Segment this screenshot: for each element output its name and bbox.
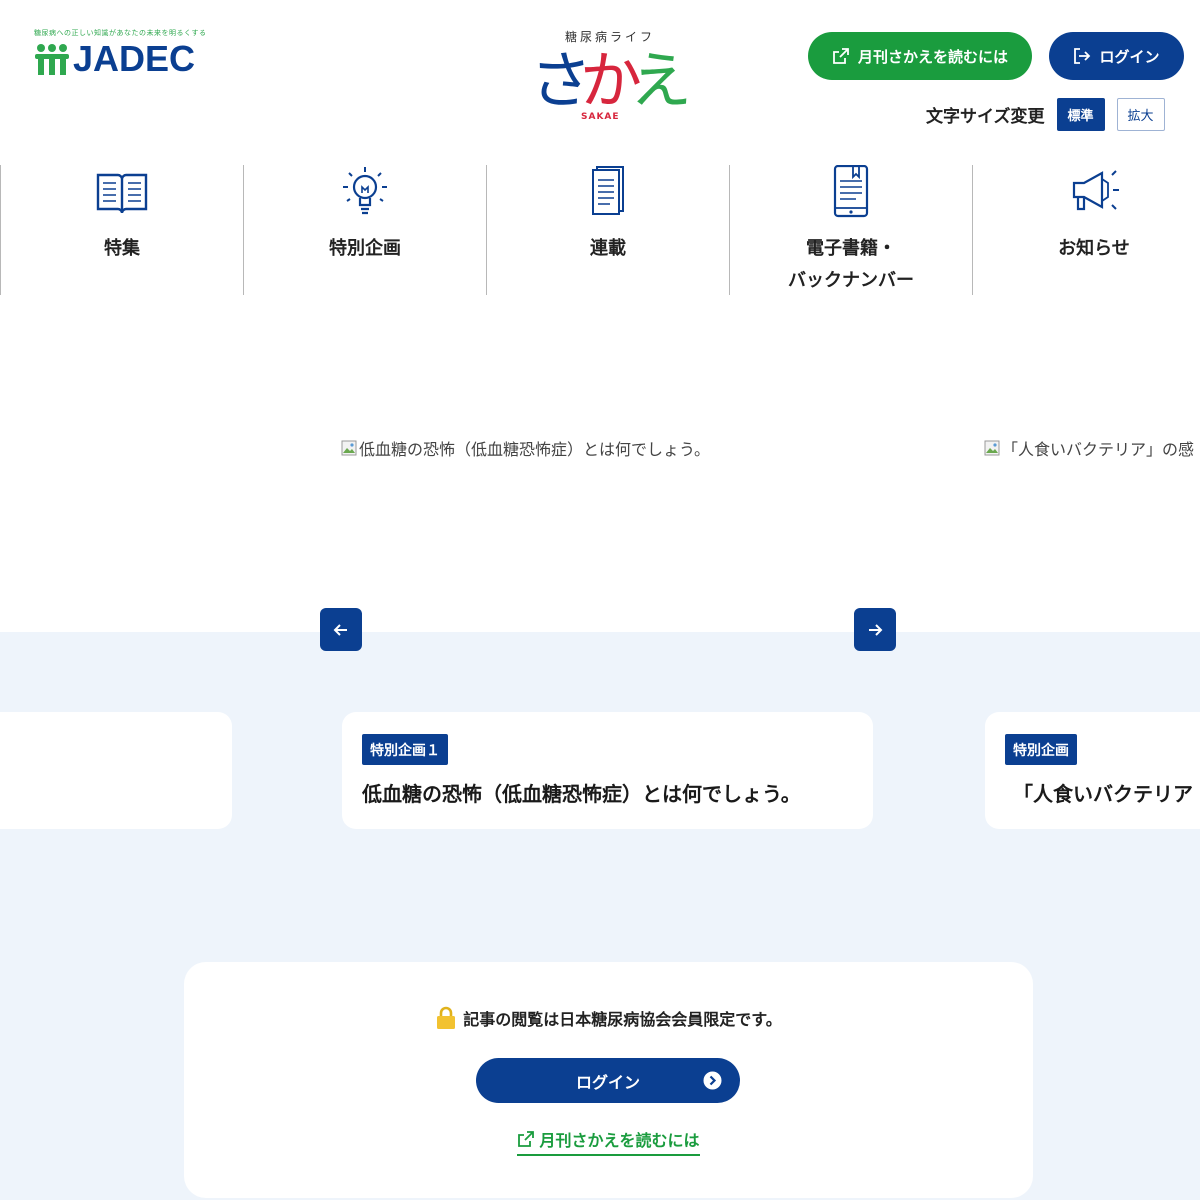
font-size-label: 文字サイズ変更 — [926, 107, 1045, 127]
font-size-standard-button[interactable]: 標準 — [1056, 98, 1105, 131]
broken-image-icon — [984, 440, 1000, 456]
nav-label: 特集 — [104, 238, 140, 259]
external-link-icon — [833, 48, 849, 64]
slide-image-alt: 「人食いバクテリア」の感 — [1002, 440, 1195, 459]
jadec-logo[interactable]: 糖尿病への正しい知識があなたの未来を明るくする JADEC — [34, 28, 214, 79]
nav-item-news[interactable]: お知らせ — [972, 165, 1200, 295]
jadec-people-icon — [35, 44, 69, 75]
nav-item-special-feature[interactable]: 特集 — [0, 165, 243, 295]
card-title: 「人食いバクテリア — [1013, 782, 1193, 806]
nav-label: 電子書籍・ バックナンバー — [788, 238, 914, 291]
slide-image-1[interactable]: 低血糖の恐怖（低血糖恐怖症）とは何でしょう。 — [341, 436, 710, 460]
card-title: 低血糖の恐怖（低血糖恐怖症）とは何でしょう。 — [362, 782, 801, 806]
carousel-next-button[interactable] — [854, 608, 896, 651]
login-button[interactable]: ログイン — [1049, 32, 1184, 80]
main-nav: 特集 特別企画 連載 電子書籍・ バックナンバー お知らせ — [0, 165, 1200, 295]
category-badge: 特別企画 — [1005, 734, 1077, 765]
login-icon — [1074, 48, 1091, 64]
sakae-subtitle: 糖尿病ライフ — [564, 30, 655, 44]
read-magazine-label: 月刊さかえを読むには — [857, 47, 1008, 66]
nav-item-series[interactable]: 連載 — [486, 165, 729, 295]
nav-item-ebook-backnumber[interactable]: 電子書籍・ バックナンバー — [729, 165, 972, 295]
read-magazine-link[interactable]: 月刊さかえを読むには — [517, 1127, 700, 1156]
arrow-right-icon — [869, 623, 883, 636]
page: 糖尿病への正しい知識があなたの未来を明るくする JADEC 糖尿病ライフ さ か… — [0, 0, 1200, 1200]
carousel-card-next[interactable]: 特別企画 「人食いバクテリア — [985, 712, 1200, 829]
circle-chevron-right-icon — [703, 1071, 722, 1090]
ebook-icon — [833, 165, 869, 218]
sakae-logo[interactable]: 糖尿病ライフ さ か え SAKAE — [530, 28, 693, 128]
font-size-large-button[interactable]: 拡大 — [1116, 98, 1165, 131]
jadec-tagline: 糖尿病への正しい知識があなたの未来を明るくする — [34, 29, 207, 37]
external-link-icon — [518, 1131, 535, 1147]
panel-login-label: ログイン — [575, 1072, 640, 1092]
nav-label: 特別企画 — [329, 238, 401, 259]
lightbulb-icon — [343, 167, 387, 215]
read-magazine-link-label: 月刊さかえを読むには — [539, 1131, 700, 1150]
jadec-wordmark: JADEC — [73, 38, 196, 79]
carousel-prev-button[interactable] — [320, 608, 362, 651]
read-magazine-link-row: 月刊さかえを読むには — [184, 1127, 1033, 1156]
slide-image-2[interactable]: 「人食いバクテリア」の感 — [984, 436, 1194, 460]
sakae-english: SAKAE — [581, 112, 620, 122]
nav-label: お知らせ — [1058, 238, 1130, 259]
nav-label: 連載 — [590, 238, 626, 259]
login-label: ログイン — [1099, 47, 1160, 66]
lock-icon — [437, 1006, 456, 1029]
documents-icon — [592, 166, 624, 215]
font-size-switcher: 文字サイズ変更 標準 拡大 — [926, 98, 1165, 131]
members-only-text: 記事の閲覧は日本糖尿病協会会員限定です。 — [463, 1010, 782, 1029]
megaphone-icon — [1072, 170, 1119, 211]
nav-item-special-project[interactable]: 特別企画 — [243, 165, 486, 295]
members-only-panel: 記事の閲覧は日本糖尿病協会会員限定です。 ログイン 月刊さかえを読むには — [184, 962, 1033, 1198]
book-icon — [96, 173, 148, 214]
sakae-char-e: え — [630, 44, 693, 117]
read-magazine-button[interactable]: 月刊さかえを読むには — [808, 32, 1032, 80]
panel-login-button[interactable]: ログイン — [476, 1058, 740, 1103]
members-only-notice: 記事の閲覧は日本糖尿病協会会員限定です。 — [184, 1006, 1033, 1030]
carousel-card[interactable]: 特別企画１ 低血糖の恐怖（低血糖恐怖症）とは何でしょう。 — [342, 712, 873, 829]
category-badge: 特別企画１ — [362, 734, 448, 765]
slide-image-alt: 低血糖の恐怖（低血糖恐怖症）とは何でしょう。 — [359, 440, 711, 459]
carousel-card-previous[interactable] — [0, 712, 232, 829]
broken-image-icon — [341, 440, 357, 456]
arrow-left-icon — [333, 623, 347, 636]
